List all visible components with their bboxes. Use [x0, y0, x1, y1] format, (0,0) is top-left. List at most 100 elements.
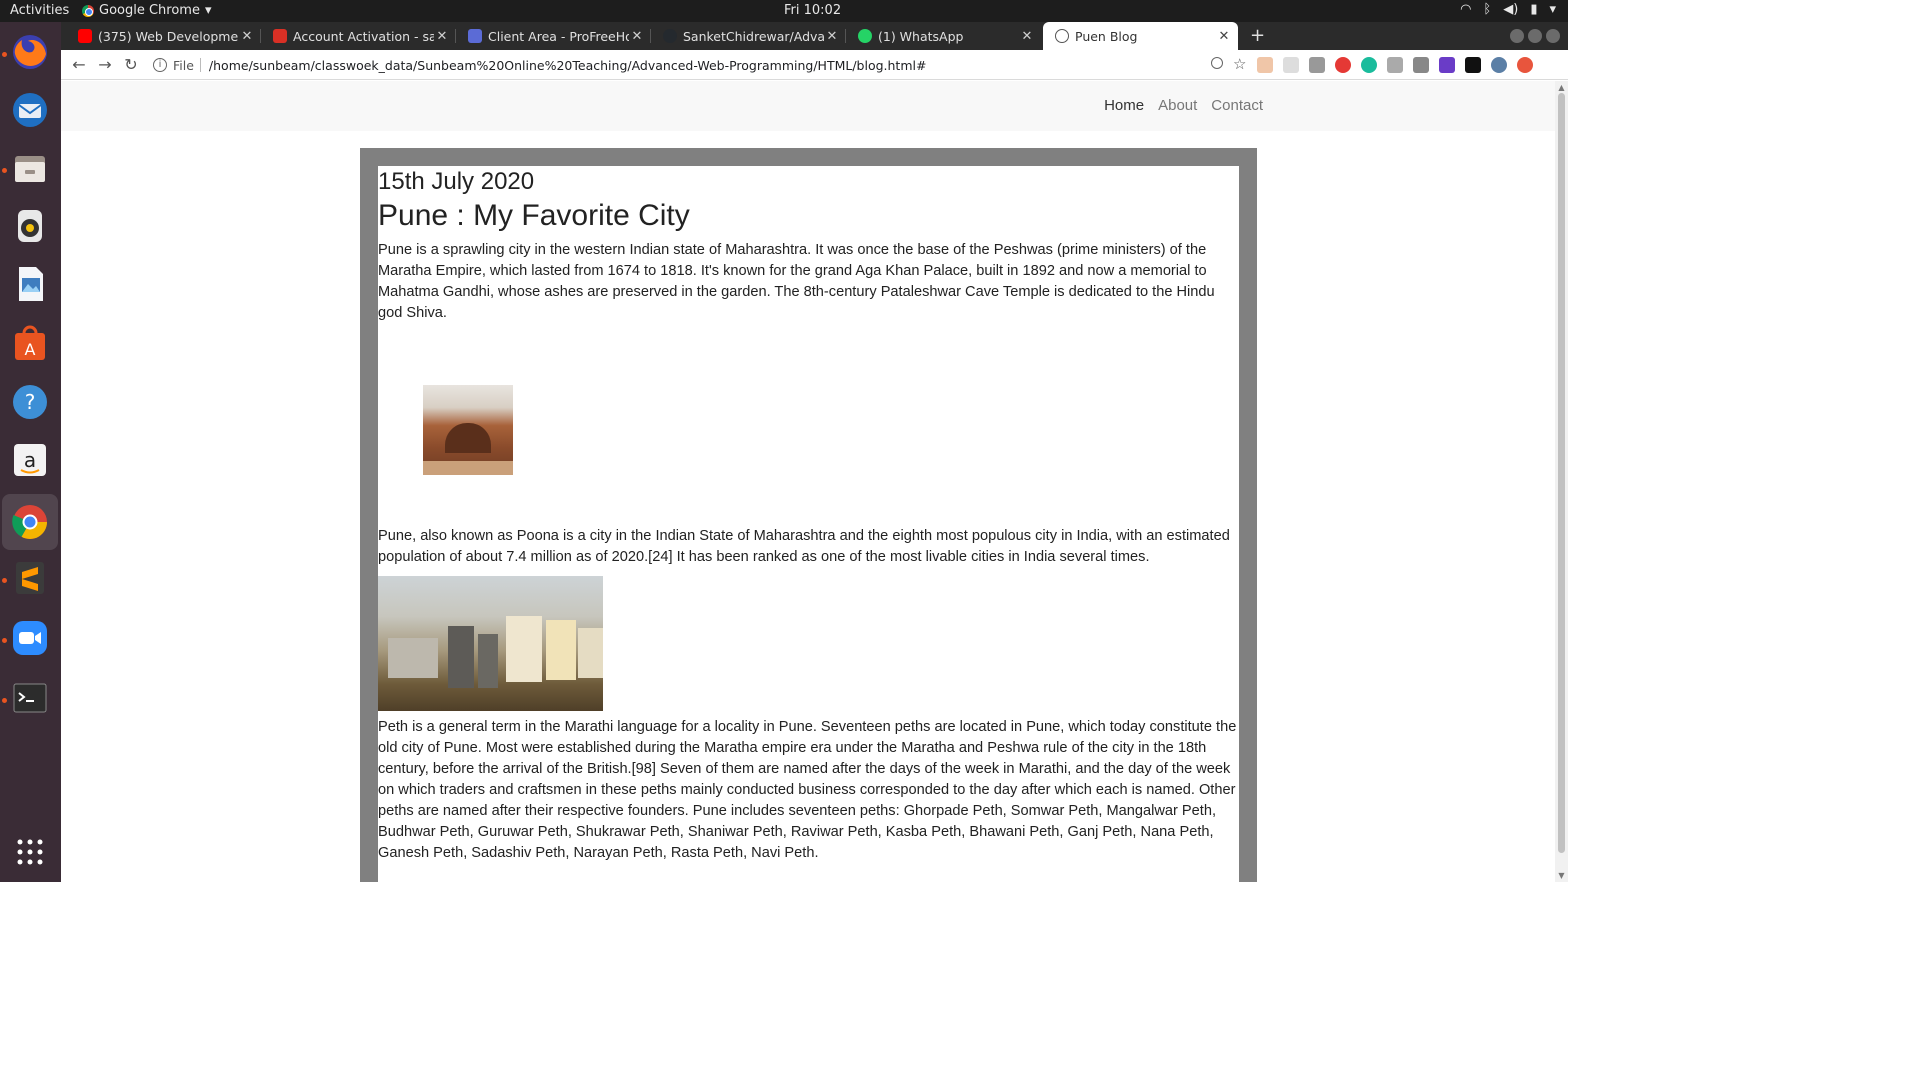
tab-youtube[interactable]: (375) Web Development f ✕ [66, 22, 261, 50]
minimize-button[interactable] [1510, 29, 1524, 43]
activities-button[interactable]: Activities [10, 3, 69, 18]
app-menu[interactable]: Google Chrome ▾ [82, 3, 212, 18]
battery-icon[interactable]: ▮ [1530, 2, 1537, 17]
post-title: Pune : My Favorite City [378, 199, 690, 232]
writer-icon[interactable] [8, 262, 52, 306]
files-icon[interactable] [8, 146, 52, 190]
post-paragraph-2: Pune, also known as Poona is a city in t… [378, 528, 1230, 565]
post-date: 15th July 2020 [378, 168, 535, 195]
extension-icon[interactable] [1465, 57, 1481, 73]
extension-icon[interactable] [1413, 57, 1429, 73]
nav-link-contact[interactable]: Contact [1211, 97, 1263, 114]
close-icon[interactable]: ✕ [629, 29, 645, 44]
thunderbird-icon[interactable] [8, 88, 52, 132]
extension-icon[interactable] [1361, 57, 1377, 73]
forward-icon[interactable]: → [95, 55, 115, 75]
url-text[interactable]: /home/sunbeam/classwoek_data/Sunbeam%20O… [209, 58, 927, 73]
tab-title: Puen Blog [1075, 28, 1138, 44]
nav-links: Home About Contact [1104, 97, 1263, 114]
extensions-area: ☆ [1211, 57, 1533, 73]
url-scheme: File [173, 57, 194, 73]
css-extension-icon[interactable] [1283, 57, 1299, 73]
close-icon[interactable]: ✕ [239, 29, 255, 44]
zoom-icon[interactable] [8, 616, 52, 660]
scroll-down-icon[interactable]: ▼ [1557, 871, 1566, 880]
nav-link-about[interactable]: About [1158, 97, 1197, 114]
blog-post: 15th July 2020 Pune : My Favorite City P… [378, 166, 1239, 882]
help-icon[interactable]: ? [8, 380, 52, 424]
tab-title: Account Activation - sank [293, 28, 434, 44]
scroll-up-icon[interactable]: ▲ [1557, 83, 1566, 92]
close-icon[interactable]: ✕ [1019, 29, 1035, 44]
extension-icon[interactable] [1257, 57, 1273, 73]
chevron-down-icon: ▾ [204, 3, 212, 18]
post-paragraph-1: Pune is a sprawling city in the western … [378, 242, 1215, 321]
system-top-bar: Activities Google Chrome ▾ Fri 10:02 ◠ ᛒ… [0, 0, 1568, 22]
web-page: Home About Contact 15th July 2020 Pune :… [61, 81, 1555, 882]
reload-icon[interactable]: ↻ [121, 55, 141, 75]
scrollbar-thumb[interactable] [1558, 93, 1565, 853]
svg-text:a: a [24, 448, 36, 472]
close-icon[interactable]: ✕ [824, 29, 840, 44]
maximize-button[interactable] [1528, 29, 1542, 43]
new-tab-button[interactable]: + [1250, 25, 1265, 46]
firefox-icon[interactable] [8, 30, 52, 74]
tab-title: (375) Web Development f [98, 28, 239, 44]
whatsapp-icon [858, 29, 872, 43]
software-icon[interactable]: A [8, 322, 52, 366]
tab-title: Client Area - ProFreeHost [488, 28, 629, 44]
blog-frame: 15th July 2020 Pune : My Favorite City P… [360, 148, 1257, 882]
nav-link-home[interactable]: Home [1104, 97, 1144, 114]
wifi-icon[interactable]: ◠ [1460, 2, 1471, 17]
chrome-icon[interactable] [2, 494, 58, 550]
power-menu-icon[interactable]: ▾ [1549, 2, 1556, 17]
svg-text:A: A [25, 340, 36, 359]
bookmark-star-icon[interactable]: ☆ [1233, 57, 1247, 73]
tab-title: (1) WhatsApp [878, 28, 964, 44]
sublime-icon[interactable] [8, 556, 52, 600]
github-icon [663, 29, 677, 43]
amazon-icon[interactable]: a [8, 438, 52, 482]
window-controls [1510, 29, 1560, 43]
close-icon[interactable]: ✕ [1216, 29, 1232, 44]
chrome-icon [82, 4, 94, 17]
bluetooth-icon[interactable]: ᛒ [1483, 2, 1491, 17]
tab-profreehost[interactable]: Client Area - ProFreeHost ✕ [456, 22, 651, 50]
close-window-button[interactable] [1546, 29, 1560, 43]
tab-title: SanketChidrewar/Advanc [683, 28, 824, 44]
extension-icon[interactable] [1439, 57, 1455, 73]
cart-icon[interactable] [1387, 57, 1403, 73]
running-indicator [2, 168, 7, 173]
site-navbar: Home About Contact [61, 81, 1555, 131]
globe-icon [1055, 29, 1069, 43]
gmail-icon [273, 29, 287, 43]
back-icon[interactable]: ← [69, 55, 89, 75]
camera-icon[interactable] [1309, 57, 1325, 73]
svg-text:?: ? [25, 390, 36, 414]
info-icon[interactable]: i [153, 58, 167, 72]
extension-icon[interactable] [1335, 57, 1351, 73]
terminal-icon[interactable] [8, 676, 52, 720]
rhythmbox-icon[interactable] [8, 204, 52, 248]
tab-github[interactable]: SanketChidrewar/Advanc ✕ [651, 22, 846, 50]
update-icon[interactable] [1517, 57, 1533, 73]
running-indicator [2, 698, 7, 703]
post-paragraph-3: Peth is a general term in the Marathi la… [378, 719, 1237, 861]
running-indicator [2, 578, 7, 583]
tab-gmail[interactable]: Account Activation - sank ✕ [261, 22, 456, 50]
shaniwar-wada-image [423, 385, 513, 475]
clock[interactable]: Fri 10:02 [784, 3, 841, 18]
volume-icon[interactable]: ◀) [1503, 2, 1518, 17]
running-indicator [2, 638, 7, 643]
page-scrollbar[interactable]: ▲ ▼ [1555, 81, 1568, 882]
tab-puen-blog[interactable]: Puen Blog ✕ [1043, 22, 1238, 50]
app-menu-label: Google Chrome [99, 3, 200, 18]
system-tray[interactable]: ◠ ᛒ ◀) ▮ ▾ [1460, 2, 1556, 17]
avatar[interactable] [1491, 57, 1507, 73]
youtube-icon [78, 29, 92, 43]
tab-whatsapp[interactable]: (1) WhatsApp ✕ [846, 22, 1041, 50]
show-apps-icon[interactable] [8, 830, 52, 874]
close-icon[interactable]: ✕ [434, 29, 450, 44]
zoom-icon[interactable] [1211, 57, 1223, 69]
address-bar[interactable]: i File /home/sunbeam/classwoek_data/Sunb… [153, 54, 1223, 76]
